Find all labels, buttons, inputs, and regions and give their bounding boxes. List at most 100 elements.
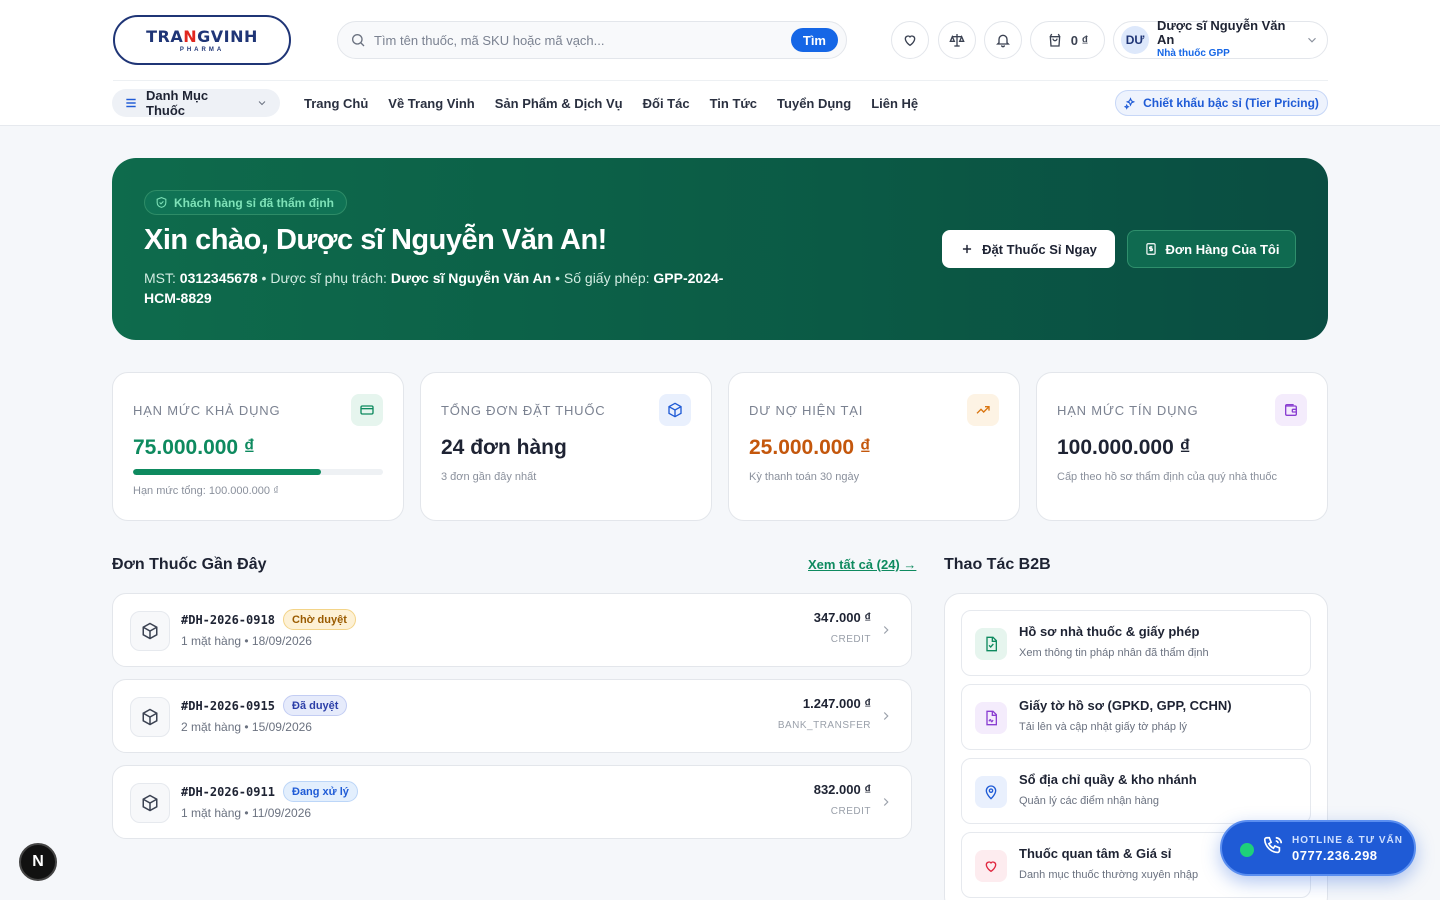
b2b-item-title: Hồ sơ nhà thuốc & giấy phép	[1019, 624, 1200, 639]
nav-item-partners[interactable]: Đối Tác	[643, 96, 690, 111]
category-menu-label: Danh Mục Thuốc	[146, 88, 209, 118]
stat-subtext: Cấp theo hồ sơ thẩm định của quý nhà thu…	[1057, 471, 1278, 483]
compare-button[interactable]	[938, 21, 976, 59]
header-divider	[113, 80, 1328, 81]
order-row[interactable]: #DH-2026-0915 Đã duyệt 2 mặt hàng • 15/0…	[112, 679, 912, 753]
order-row[interactable]: #DH-2026-0918 Chờ duyệt 1 mặt hàng • 18/…	[112, 593, 912, 667]
chevron-down-icon	[1305, 33, 1319, 47]
stat-subtext: Hạn mức tổng: 100.000.000 ₫	[133, 485, 279, 497]
map-pin-icon	[975, 776, 1007, 808]
order-meta: 2 mặt hàng • 15/09/2026	[181, 720, 312, 734]
brand-logo[interactable]: TRANGVINH PHARMA	[113, 15, 291, 65]
nav-item-about[interactable]: Về Trang Vinh	[388, 96, 474, 111]
chevron-right-icon	[879, 709, 893, 723]
hotline-button[interactable]: HOTLINE & TƯ VẤN 0777.236.298	[1220, 820, 1416, 876]
order-meta: 1 mặt hàng • 18/09/2026	[181, 634, 312, 648]
shopping-bag-icon	[1047, 32, 1063, 48]
stat-value: 25.000.000 ₫	[749, 436, 871, 459]
welcome-title: Xin chào, Dược sĩ Nguyễn Văn An!	[144, 224, 607, 256]
search-bar: Tìm	[337, 21, 847, 59]
stat-value: 100.000.000 ₫	[1057, 436, 1191, 459]
b2b-actions-title: Thao Tác B2B	[944, 556, 1051, 573]
logo-subtitle: PHARMA	[179, 46, 225, 53]
order-row[interactable]: #DH-2026-0911 Đang xử lý 1 mặt hàng • 11…	[112, 765, 912, 839]
logo-wordmark: TRANGVINH	[146, 26, 258, 46]
search-input[interactable]	[374, 32, 791, 48]
package-icon	[130, 783, 170, 823]
verified-badge: Khách hàng sỉ đã thẩm định	[144, 190, 348, 215]
dev-tools-badge[interactable]: N	[19, 843, 57, 881]
stat-subtext: Kỳ thanh toán 30 ngày	[749, 471, 860, 483]
package-icon	[130, 697, 170, 737]
heart-icon	[975, 850, 1007, 882]
cart-total: 0 ₫	[1070, 32, 1089, 48]
nav-item-careers[interactable]: Tuyển Dụng	[777, 96, 851, 111]
order-id: #DH-2026-0918	[181, 613, 275, 627]
cart-button[interactable]: 0 ₫	[1030, 21, 1105, 59]
wishlist-button[interactable]	[891, 21, 929, 59]
category-menu-button[interactable]: Danh Mục Thuốc	[112, 88, 280, 118]
hotline-label: HOTLINE & TƯ VẤN	[1292, 835, 1403, 846]
online-indicator	[1240, 843, 1254, 857]
pharmacist-name: Dược sĩ Nguyễn Văn An	[390, 270, 552, 286]
tax-code: 0312345678	[179, 270, 258, 286]
tier-pricing-button[interactable]: Chiết khấu bậc sỉ (Tier Pricing)	[1115, 90, 1328, 116]
stat-card-total-orders: TỔNG ĐƠN ĐẶT THUỐC 24 đơn hàng 3 đơn gần…	[420, 372, 712, 521]
see-all-orders-link[interactable]: Xem tất cả (24) →	[808, 557, 916, 572]
file-signature-icon	[975, 702, 1007, 734]
trending-up-icon	[967, 394, 999, 426]
b2b-item-desc: Danh mục thuốc thường xuyên nhập	[1019, 869, 1199, 881]
order-amount: 347.000 ₫	[813, 610, 871, 625]
order-amount: 1.247.000 ₫	[802, 696, 871, 711]
nav-item-contact[interactable]: Liên Hệ	[871, 96, 918, 111]
wallet-icon	[1275, 394, 1307, 426]
order-now-button[interactable]: Đặt Thuốc Sỉ Ngay	[942, 230, 1115, 268]
user-role: Nhà thuốc GPP	[1157, 48, 1230, 59]
heart-icon	[902, 32, 918, 48]
hotline-number: 0777.236.298	[1292, 848, 1378, 863]
search-button[interactable]: Tìm	[790, 28, 838, 52]
search-icon	[350, 32, 366, 48]
b2b-item-desc: Quản lý các điểm nhận hàng	[1019, 795, 1160, 807]
stat-subtext: 3 đơn gần đây nhất	[441, 471, 537, 483]
recent-orders-title: Đơn Thuốc Gần Đây	[112, 556, 267, 573]
my-orders-button[interactable]: Đơn Hàng Của Tôi	[1127, 230, 1296, 268]
b2b-item-desc: Xem thông tin pháp nhân đã thẩm định	[1019, 647, 1209, 659]
b2b-item-title: Thuốc quan tâm & Giá sỉ	[1019, 846, 1172, 861]
stat-label: DƯ NỢ HIỆN TẠI	[749, 403, 864, 418]
chevron-right-icon	[879, 623, 893, 637]
credit-progress-bar	[133, 469, 383, 475]
stat-card-available-credit: HẠN MỨC KHẢ DỤNG 75.000.000 ₫ Hạn mức tổ…	[112, 372, 404, 521]
welcome-banner: Khách hàng sỉ đã thẩm định Xin chào, Dượ…	[112, 158, 1328, 340]
user-menu[interactable]: DƯ Dược sĩ Nguyễn Văn An Nhà thuốc GPP	[1113, 19, 1328, 59]
credit-card-icon	[351, 394, 383, 426]
payment-method: CREDIT	[830, 806, 871, 817]
stat-card-credit-limit: HẠN MỨC TÍN DỤNG 100.000.000 ₫ Cấp theo …	[1036, 372, 1328, 521]
chevron-down-icon	[256, 97, 268, 109]
notifications-button[interactable]	[984, 21, 1022, 59]
nav-item-products[interactable]: Sản Phẩm & Dịch Vụ	[495, 96, 623, 111]
site-header: TRANGVINH PHARMA Tìm 0 ₫ DƯ Dược sĩ Nguy…	[0, 0, 1440, 126]
status-badge: Chờ duyệt	[283, 609, 356, 630]
status-badge: Đang xử lý	[283, 781, 358, 802]
bell-icon	[995, 32, 1011, 48]
main-nav: Trang Chủ Về Trang Vinh Sản Phẩm & Dịch …	[304, 89, 918, 117]
avatar: DƯ	[1121, 26, 1149, 54]
b2b-item-address-book[interactable]: Sổ địa chỉ quầy & kho nhánh Quản lý các …	[961, 758, 1311, 824]
package-icon	[130, 611, 170, 651]
b2b-item-pharmacy-profile[interactable]: Hồ sơ nhà thuốc & giấy phép Xem thông ti…	[961, 610, 1311, 676]
payment-method: BANK_TRANSFER	[777, 720, 871, 731]
credit-progress-fill	[133, 469, 321, 475]
customer-info: MST: 0312345678 • Dược sĩ phụ trách: Dượ…	[144, 270, 724, 306]
status-badge: Đã duyệt	[283, 695, 348, 716]
b2b-item-documents[interactable]: Giấy tờ hồ sơ (GPKD, GPP, CCHN) Tải lên …	[961, 684, 1311, 750]
file-check-icon	[975, 628, 1007, 660]
nav-item-news[interactable]: Tin Tức	[710, 96, 757, 111]
order-id: #DH-2026-0911	[181, 785, 275, 799]
b2b-item-title: Sổ địa chỉ quầy & kho nhánh	[1019, 772, 1197, 787]
stat-card-current-debt: DƯ NỢ HIỆN TẠI 25.000.000 ₫ Kỳ thanh toá…	[728, 372, 1020, 521]
receipt-icon	[1144, 242, 1158, 256]
stat-label: HẠN MỨC KHẢ DỤNG	[133, 403, 281, 418]
b2b-item-desc: Tải lên và cập nhật giấy tờ pháp lý	[1019, 721, 1188, 733]
nav-item-home[interactable]: Trang Chủ	[304, 96, 368, 111]
